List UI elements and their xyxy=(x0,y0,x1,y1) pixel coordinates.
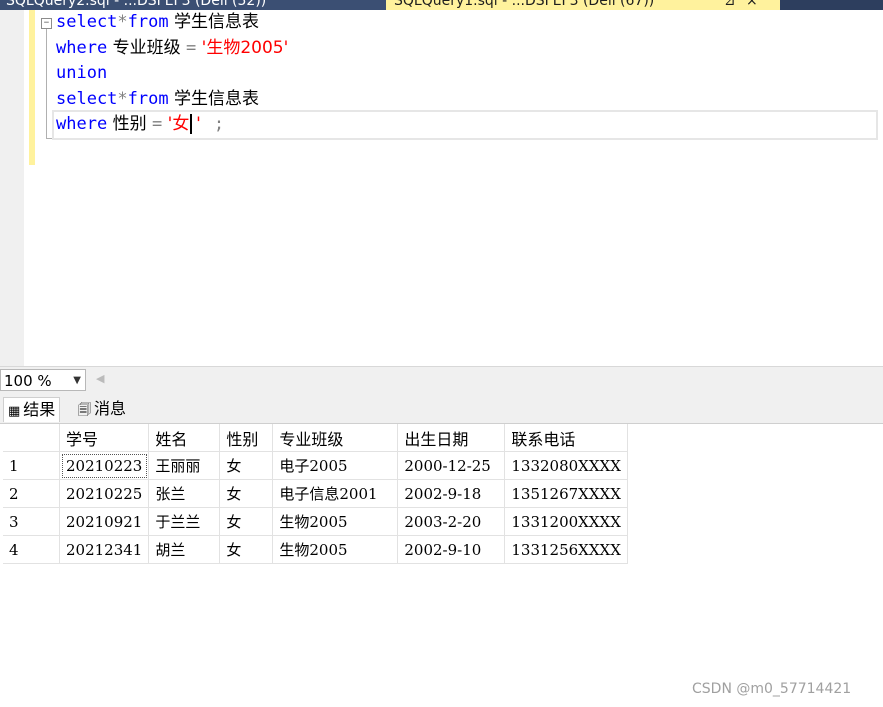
column-header-phone[interactable]: 联系电话 xyxy=(504,424,628,452)
cell-gender[interactable]: 女 xyxy=(219,507,274,536)
cell-name[interactable]: 张兰 xyxy=(148,479,221,508)
close-icon[interactable]: × xyxy=(746,0,758,10)
operator-equals: = xyxy=(186,37,197,58)
tab-messages-label: 消息 xyxy=(94,399,127,418)
table-row[interactable]: 4 20212341 胡兰 女 生物2005 2002-9-10 1331256… xyxy=(3,535,628,564)
table-identifier: 学生信息表 xyxy=(168,12,260,32)
document-tab-strip: SQLQuery2.sql - ...DSFEF3 (Dell (52)) SQ… xyxy=(0,0,883,10)
string-quote-close: ' xyxy=(193,114,204,134)
scroll-left-icon[interactable]: ◀ xyxy=(96,372,104,385)
semicolon: ; xyxy=(203,114,225,134)
code-line-2: where 专业班级 = '生物2005' xyxy=(56,36,876,62)
cell-name[interactable]: 王丽丽 xyxy=(148,451,221,480)
row-number[interactable]: 3 xyxy=(3,507,60,536)
zoom-value: 100 % xyxy=(4,372,52,390)
query-editor[interactable]: − select*from 学生信息表 where 专业班级 = '生物2005… xyxy=(0,10,883,366)
code-area[interactable]: select*from 学生信息表 where 专业班级 = '生物2005' … xyxy=(52,10,878,140)
tab-results[interactable]: ▦ 结果 xyxy=(3,397,61,422)
string-literal: '生物2005' xyxy=(196,37,289,58)
cell-phone[interactable]: 1331256XXXX xyxy=(504,535,628,564)
tab-results-label: 结果 xyxy=(23,400,56,419)
row-number[interactable]: 1 xyxy=(3,451,60,480)
messages-icon: 🗐 xyxy=(78,403,91,418)
column-header-birthdate[interactable]: 出生日期 xyxy=(397,424,506,452)
zoom-select[interactable]: 100 % ▼ xyxy=(0,369,86,391)
cell-phone[interactable]: 1351267XXXX xyxy=(504,479,628,508)
table-row[interactable]: 3 20210921 于兰兰 女 生物2005 2003-2-20 133120… xyxy=(3,507,628,536)
operator-equals: = xyxy=(152,114,163,134)
tab-sqlquery2[interactable]: SQLQuery2.sql - ...DSFEF3 (Dell (52)) xyxy=(0,0,386,10)
pin-icon[interactable]: ⊿ xyxy=(724,0,736,10)
cell-phone[interactable]: 1332080XXXX xyxy=(504,451,628,480)
string-literal: '女 xyxy=(162,114,190,134)
tab-messages[interactable]: 🗐 消息 xyxy=(74,397,130,421)
outline-guide-end xyxy=(46,138,52,139)
cell-class[interactable]: 电子信息2001 xyxy=(272,479,399,508)
keyword-from: from xyxy=(127,12,169,32)
cell-name[interactable]: 胡兰 xyxy=(148,535,221,564)
column-header-class[interactable]: 专业班级 xyxy=(272,424,399,452)
cell-class[interactable]: 生物2005 xyxy=(272,535,399,564)
table-identifier: 学生信息表 xyxy=(168,88,260,109)
row-number-header[interactable] xyxy=(3,424,60,452)
cell-class[interactable]: 电子2005 xyxy=(272,451,399,480)
grid-header-row: 学号 姓名 性别 专业班级 出生日期 联系电话 xyxy=(3,424,628,452)
cell-student-id[interactable]: 20212341 xyxy=(59,535,150,564)
column-header-gender[interactable]: 性别 xyxy=(219,424,274,452)
cell-birthdate[interactable]: 2000-12-25 xyxy=(397,451,506,480)
code-line-4: select*from 学生信息表 xyxy=(56,87,876,113)
keyword-union: union xyxy=(56,63,108,83)
cell-birthdate[interactable]: 2002-9-18 xyxy=(397,479,506,508)
chevron-down-icon[interactable]: ▼ xyxy=(73,370,81,392)
cell-name[interactable]: 于兰兰 xyxy=(148,507,221,536)
cell-gender[interactable]: 女 xyxy=(219,535,274,564)
tab-sqlquery1[interactable]: SQLQuery1.sql - ...DSFEF3 (Dell (67)) ⊿ … xyxy=(386,0,780,10)
column-header-student-id[interactable]: 学号 xyxy=(59,424,150,452)
collapse-icon[interactable]: − xyxy=(41,18,52,29)
column-identifier: 性别 xyxy=(107,114,152,134)
results-grid[interactable]: 学号 姓名 性别 专业班级 出生日期 联系电话 1 20210223 王丽丽 女… xyxy=(3,424,628,564)
grid-icon: ▦ xyxy=(8,404,21,419)
keyword-where: where xyxy=(56,114,108,134)
editor-status-bar: 100 % ▼ ◀ xyxy=(0,366,883,393)
change-indicator-bar xyxy=(29,10,35,165)
column-header-name[interactable]: 姓名 xyxy=(148,424,221,452)
operator-star: * xyxy=(117,88,128,109)
cell-gender[interactable]: 女 xyxy=(219,451,274,480)
keyword-from: from xyxy=(127,88,169,109)
cell-student-id[interactable]: 20210225 xyxy=(59,479,150,508)
column-identifier: 专业班级 xyxy=(107,37,186,58)
cell-student-id[interactable]: 20210223 xyxy=(59,451,150,480)
cell-student-id[interactable]: 20210921 xyxy=(59,507,150,536)
cell-phone[interactable]: 1331200XXXX xyxy=(504,507,628,536)
table-row[interactable]: 1 20210223 王丽丽 女 电子2005 2000-12-25 13320… xyxy=(3,451,628,480)
editor-gutter xyxy=(0,10,24,366)
row-number[interactable]: 2 xyxy=(3,479,60,508)
keyword-where: where xyxy=(56,37,108,58)
cell-gender[interactable]: 女 xyxy=(219,479,274,508)
code-line-1: select*from 学生信息表 xyxy=(56,10,876,36)
cell-birthdate[interactable]: 2002-9-10 xyxy=(397,535,506,564)
outline-guide xyxy=(46,29,47,139)
keyword-select: select xyxy=(56,88,118,109)
keyword-select: select xyxy=(56,12,118,32)
tab-sqlquery1-label: SQLQuery1.sql - ...DSFEF3 (Dell (67)) xyxy=(394,0,655,9)
watermark-text: CSDN @m0_57714421 xyxy=(692,681,852,697)
table-row[interactable]: 2 20210225 张兰 女 电子信息2001 2002-9-18 13512… xyxy=(3,479,628,508)
results-tab-bar: ▦ 结果 🗐 消息 xyxy=(0,393,883,424)
operator-star: * xyxy=(117,12,128,32)
cell-class[interactable]: 生物2005 xyxy=(272,507,399,536)
cell-birthdate[interactable]: 2003-2-20 xyxy=(397,507,506,536)
code-line-5-current: where 性别 = '女 ' ; xyxy=(52,110,878,140)
code-line-3: union xyxy=(56,61,876,87)
row-number[interactable]: 4 xyxy=(3,535,60,564)
